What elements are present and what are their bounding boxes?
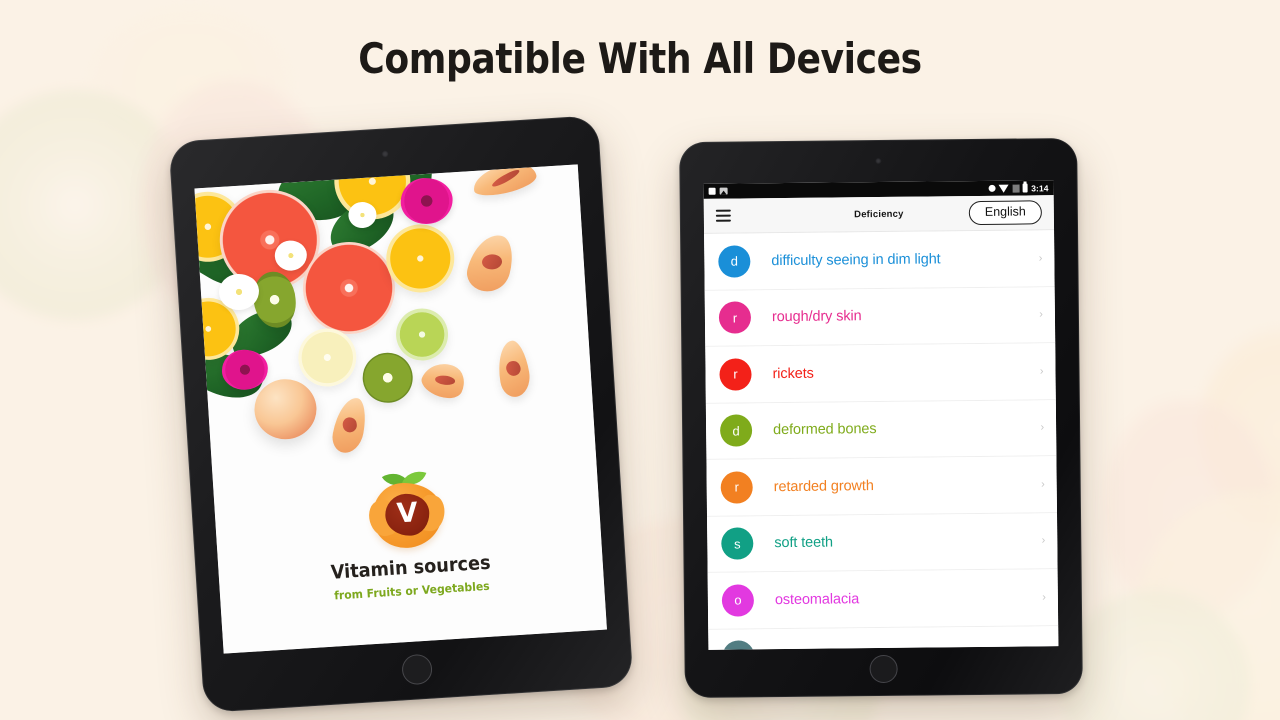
wifi-icon bbox=[998, 184, 1009, 193]
vitamin-logo-icon: V bbox=[368, 466, 447, 550]
avatar: r bbox=[719, 358, 752, 391]
avatar: d bbox=[719, 414, 753, 447]
left-tablet-device: V Vitamin sources from Fruits or Vegetab… bbox=[168, 115, 634, 713]
page-title: Compatible With All Devices bbox=[358, 34, 922, 83]
right-tablet-device: 3:14 Deficiency English d difficulty seei… bbox=[679, 137, 1083, 699]
circle-icon bbox=[988, 184, 996, 192]
peach-slice bbox=[417, 356, 471, 405]
lemon-slice bbox=[296, 326, 359, 389]
splash-screen: V Vitamin sources from Fruits or Vegetab… bbox=[194, 164, 607, 654]
avatar: s bbox=[722, 640, 755, 650]
home-button[interactable] bbox=[869, 654, 898, 684]
chevron-right-icon: › bbox=[1040, 421, 1045, 434]
deficiency-list[interactable]: d difficulty seeing in dim light › r rough/d… bbox=[704, 230, 1059, 650]
list-item[interactable]: r retarded growth › bbox=[706, 456, 1058, 517]
app-logo-block: V Vitamin sources from Fruits or Vegetab… bbox=[213, 457, 604, 609]
lime-slice bbox=[394, 306, 450, 363]
status-bar-system-icons: 3:14 bbox=[988, 183, 1049, 194]
front-camera-icon bbox=[380, 150, 389, 158]
list-item[interactable]: r rickets › bbox=[705, 343, 1056, 404]
list-item[interactable]: ssoftened bones› bbox=[708, 625, 1059, 650]
avatar: r bbox=[718, 301, 752, 334]
logo-letter: V bbox=[395, 497, 419, 530]
app-tagline: from Fruits or Vegetables bbox=[333, 578, 491, 603]
app-bar: Deficiency English bbox=[703, 195, 1055, 234]
list-item-label: rough/dry skin bbox=[771, 308, 862, 326]
signal-icon bbox=[1012, 184, 1020, 193]
chevron-right-icon: › bbox=[1038, 252, 1043, 265]
list-item-label: deformed bones bbox=[773, 421, 877, 439]
hamburger-line bbox=[715, 209, 731, 212]
app-name: Vitamin sources bbox=[330, 551, 492, 584]
peach-slice bbox=[493, 338, 533, 399]
peach-slice bbox=[470, 164, 539, 200]
list-item[interactable]: r rough/dry skin › bbox=[704, 286, 1056, 347]
list-item[interactable]: d deformed bones › bbox=[705, 399, 1057, 460]
left-tablet-screen: V Vitamin sources from Fruits or Vegetab… bbox=[194, 164, 607, 654]
chevron-right-icon: › bbox=[1039, 365, 1044, 378]
language-button[interactable]: English bbox=[968, 200, 1042, 225]
battery-icon bbox=[1022, 183, 1028, 193]
list-item-label: retarded growth bbox=[773, 477, 874, 495]
list-item-label: difficulty seeing in dim light bbox=[771, 251, 941, 269]
notification-square-icon bbox=[708, 187, 716, 195]
pink-flower bbox=[399, 176, 455, 226]
status-bar-notifications bbox=[708, 187, 728, 195]
hamburger-icon[interactable] bbox=[715, 209, 731, 222]
avatar: d bbox=[718, 245, 751, 278]
chevron-right-icon: › bbox=[1040, 478, 1045, 491]
peach-slice bbox=[329, 395, 370, 456]
whole-peach bbox=[252, 377, 319, 442]
list-item[interactable]: d difficulty seeing in dim light › bbox=[704, 230, 1055, 291]
fruit-photo-artwork bbox=[194, 164, 595, 472]
front-camera-icon bbox=[875, 157, 882, 165]
hamburger-line bbox=[715, 219, 731, 222]
peach-slice bbox=[463, 229, 519, 297]
avatar: o bbox=[721, 584, 755, 617]
avatar: r bbox=[720, 471, 753, 504]
list-item[interactable]: o osteomalacia › bbox=[707, 569, 1059, 630]
chevron-right-icon: › bbox=[1042, 591, 1046, 604]
list-item-label: soft teeth bbox=[774, 534, 834, 552]
orange-slice bbox=[384, 222, 457, 295]
hamburger-line bbox=[715, 214, 731, 217]
right-tablet-screen: 3:14 Deficiency English d difficulty seei… bbox=[703, 180, 1059, 650]
status-bar-clock: 3:14 bbox=[1031, 182, 1049, 193]
chevron-right-icon: › bbox=[1039, 308, 1043, 321]
kiwi-slice bbox=[361, 351, 415, 405]
list-item-label: osteomalacia bbox=[774, 590, 860, 608]
list-item-label: rickets bbox=[772, 365, 814, 382]
image-icon bbox=[719, 187, 728, 195]
avatar: s bbox=[721, 527, 754, 560]
list-item[interactable]: s soft teeth › bbox=[707, 512, 1058, 573]
chevron-right-icon: › bbox=[1041, 534, 1046, 547]
